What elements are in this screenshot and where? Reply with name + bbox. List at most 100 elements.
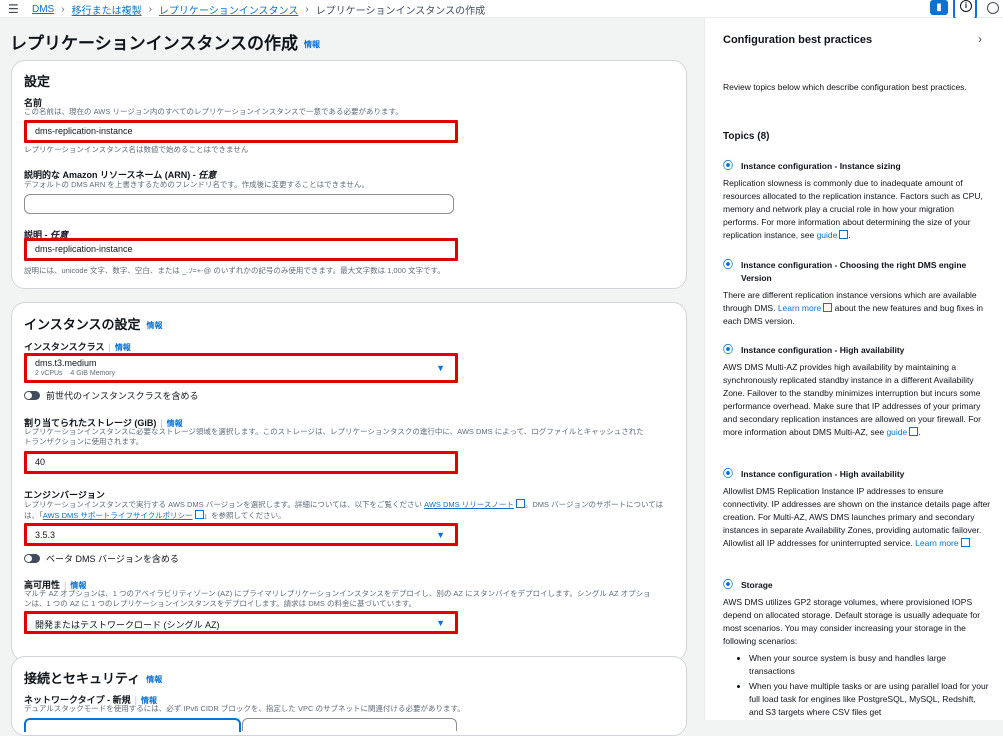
storage-description: レプリケーションインスタンスに必要なストレージ領域を選択します。このストレージは… <box>24 427 644 447</box>
learn-more-link[interactable]: Learn more <box>778 303 821 313</box>
list-item: When you have multiple tasks or are usin… <box>749 680 991 719</box>
top-navigation: ☰ DMS › 移行または複製 › レプリケーションインスタンス › レプリケー… <box>0 0 1003 20</box>
panel-toggle-icon[interactable]: ▮ <box>930 0 948 15</box>
topics-heading: Topics (8) <box>723 131 770 142</box>
chevron-right-icon[interactable]: › <box>978 32 982 46</box>
breadcrumb-instances[interactable]: レプリケーションインスタンス <box>159 2 298 17</box>
name-description: この名前は、現在の AWS リージョン内のすべてのレプリケーションインスタンスで… <box>24 107 403 116</box>
topic-body: Allowlist DMS Replication Instance IP ad… <box>723 485 991 550</box>
location-pin-icon: ⦿ <box>723 580 733 591</box>
storage-desc-line1: レプリケーションインスタンスに必要なストレージ領域を選択します。このストレージは… <box>24 427 644 436</box>
engine-description: レプリケーションインスタンスで実行する AWS DMS バージョンを選択します。… <box>24 499 663 521</box>
storage-desc-line2: トランザクションに使用されます。 <box>24 437 144 446</box>
topic-body: Replication slowness is commonly due to … <box>723 177 991 242</box>
instance-class-select[interactable]: dms.t3.medium 2 vCPUs 4 GiB Memory ▼ <box>24 353 458 383</box>
engine-version-value: 3.5.3 <box>35 530 56 540</box>
arn-input[interactable] <box>24 194 454 214</box>
breadcrumb-current: レプリケーションインスタンスの作成 <box>315 6 486 17</box>
breadcrumb-migrate[interactable]: 移行または複製 <box>72 2 142 17</box>
topic-instance-sizing: ⦿ Instance configuration - Instance sizin… <box>723 160 991 242</box>
external-link-icon <box>823 303 833 312</box>
name-input[interactable]: dms-replication-instance <box>24 120 458 143</box>
support-policy-link[interactable]: AWS DMS サポートライフサイクルポリシー <box>43 511 193 520</box>
topic-ip-allowlist: ⦿ Instance configuration - High availabil… <box>723 468 991 550</box>
topic-title: Storage <box>741 580 773 590</box>
location-pin-icon: ⦿ <box>723 260 733 271</box>
prev-gen-toggle[interactable]: 前世代のインスタンスクラスを含める <box>24 389 198 402</box>
caret-down-icon: ▼ <box>436 530 445 540</box>
caret-down-icon: ▼ <box>436 618 445 628</box>
learn-more-link[interactable]: Learn more <box>915 538 958 548</box>
chevron-right-icon: › <box>148 4 152 15</box>
topic-title: Instance configuration - Instance sizing <box>741 161 901 171</box>
info-link[interactable]: 情報 <box>146 675 162 684</box>
location-pin-icon: ⦿ <box>723 161 733 172</box>
toggle-switch[interactable] <box>24 391 40 400</box>
description-hint: 説明には、unicode 文字、数字、空白、または _.:/=+-@ のいずれか… <box>24 266 445 275</box>
topic-high-availability: ⦿ Instance configuration - High availabil… <box>723 344 991 439</box>
page-title-text: レプリケーションインスタンスの作成 <box>10 34 298 53</box>
network-option-ipv4[interactable] <box>24 718 241 732</box>
info-panel-button[interactable]: i <box>953 0 977 20</box>
info-icon: i <box>960 0 972 12</box>
topic-body: AWS DMS Multi-AZ provides high availabil… <box>723 361 991 439</box>
arn-optional: 任意 <box>198 170 217 180</box>
external-link-icon <box>909 427 919 436</box>
topic-body: There are different replication instance… <box>723 289 991 328</box>
topic-title: Instance configuration - High availabili… <box>741 345 905 355</box>
instance-title-text: インスタンスの設定 <box>24 317 141 332</box>
engine-desc-2a: は、「 <box>24 511 43 520</box>
ha-value: 開発またはテストワークロード (シングル AZ) <box>35 620 220 630</box>
instance-title: インスタンスの設定 情報 <box>24 314 162 333</box>
connectivity-title: 接続とセキュリティ 情報 <box>24 668 162 687</box>
info-link[interactable]: 情報 <box>146 321 162 330</box>
main-content: レプリケーションインスタンスの作成 情報 設定 名前 この名前は、現在の AWS … <box>0 18 700 736</box>
page-title: レプリケーションインスタンスの作成 情報 <box>10 29 320 54</box>
external-link-icon <box>960 538 970 547</box>
topic-tail: . <box>848 230 851 240</box>
engine-version-select[interactable]: 3.5.3 ▼ <box>24 523 458 546</box>
info-link[interactable]: 情報 <box>115 343 131 352</box>
ha-description: マルチ AZ オプションは、1 つのアベイラビリティゾーン (AZ) にプライマ… <box>24 589 651 609</box>
vcpu-text: 2 vCPUs <box>35 370 63 377</box>
location-pin-icon: ⦿ <box>723 345 733 356</box>
info-link[interactable]: 情報 <box>304 40 320 49</box>
ha-desc-line2: ンは、1 つの AZ に 1 つのレプリケーションインスタンスをデプロイします。… <box>24 599 417 608</box>
beta-toggle-label: ベータ DMS バージョンを含める <box>46 554 179 564</box>
menu-icon[interactable]: ☰ <box>8 2 19 16</box>
engine-desc-1a: レプリケーションインスタンスで実行する AWS DMS バージョンを選択します。… <box>24 500 425 509</box>
topic-text: Replication slowness is commonly due to … <box>723 178 983 240</box>
topic-title: Instance configuration - High availabili… <box>741 469 905 479</box>
storage-input[interactable]: 40 <box>24 451 458 474</box>
chevron-right-icon: › <box>61 4 65 15</box>
settings-icon[interactable] <box>987 2 999 14</box>
instance-class-value: dms.t3.medium <box>35 358 97 368</box>
instance-settings-card: インスタンスの設定 情報 インスタンスクラス | 情報 dms.t3.medium 2… <box>11 302 687 661</box>
settings-card: 設定 名前 この名前は、現在の AWS リージョン内のすべてのレプリケーションイ… <box>11 60 687 289</box>
chevron-right-icon: › <box>305 4 309 15</box>
connectivity-card: 接続とセキュリティ 情報 ネットワークタイプ - 新規 | 情報 デュアルスタックモー… <box>11 656 687 736</box>
list-item: When your source system is busy and hand… <box>749 652 991 678</box>
arn-label-text: 説明的な Amazon リソースネーム (ARN) - <box>24 170 199 180</box>
topic-body: AWS DMS utilizes GP2 storage volumes, wh… <box>723 597 981 646</box>
topic-tail: . <box>918 427 921 437</box>
breadcrumb-dms[interactable]: DMS <box>32 4 54 15</box>
beta-toggle[interactable]: ベータ DMS バージョンを含める <box>24 552 179 565</box>
connectivity-title-text: 接続とセキュリティ <box>24 671 141 686</box>
external-link-icon <box>515 499 525 508</box>
settings-title: 設定 <box>24 74 51 89</box>
prev-gen-toggle-label: 前世代のインスタンスクラスを含める <box>46 391 199 401</box>
storage-bullets: When your source system is busy and hand… <box>723 652 991 719</box>
guide-link[interactable]: guide <box>886 427 907 437</box>
help-panel: Configuration best practices › Review to… <box>704 18 1003 720</box>
external-link-icon <box>194 510 204 519</box>
release-notes-link[interactable]: AWS DMS リリースノート <box>424 500 514 509</box>
toggle-switch[interactable] <box>24 554 40 563</box>
location-pin-icon: ⦿ <box>723 469 733 480</box>
description-input[interactable]: dms-replication-instance <box>24 238 458 261</box>
ha-desc-line1: マルチ AZ オプションは、1 つのアベイラビリティゾーン (AZ) にプライマ… <box>24 589 651 598</box>
memory-text: 4 GiB Memory <box>70 370 116 377</box>
guide-link[interactable]: guide <box>817 230 838 240</box>
ha-select[interactable]: 開発またはテストワークロード (シングル AZ) ▼ <box>24 611 458 634</box>
instance-class-spec: 2 vCPUs 4 GiB Memory <box>35 370 115 377</box>
